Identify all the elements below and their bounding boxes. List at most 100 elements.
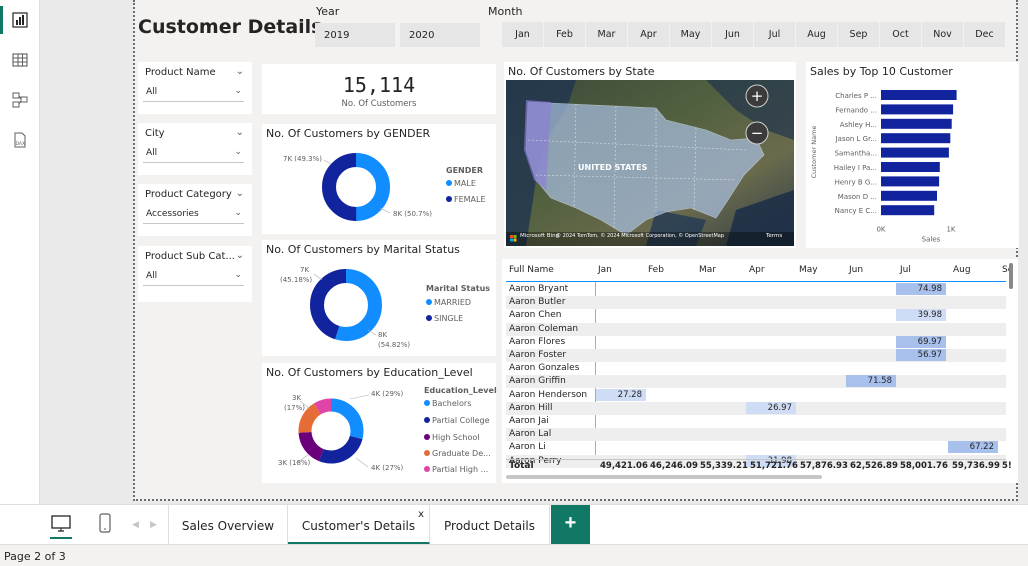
bar (881, 90, 957, 100)
map-terms-link[interactable]: Terms (766, 233, 782, 239)
column-header[interactable]: Jan (598, 265, 612, 275)
tab-product-details[interactable]: Product Details (430, 505, 550, 545)
legend-item-graduate-degree[interactable]: Graduate De... (424, 449, 491, 458)
add-page-button[interactable]: + (551, 505, 590, 545)
month-button-sep[interactable]: Sep (838, 22, 879, 47)
legend-item-bachelors[interactable]: Bachelors (424, 399, 471, 408)
row-header[interactable]: Aaron Chen (509, 310, 561, 320)
year-button-2020[interactable]: 2020 (400, 23, 480, 47)
product-category-dropdown[interactable]: Accessories ⌄ (143, 206, 244, 224)
row-header[interactable]: Aaron Henderson (509, 390, 587, 400)
legend-item-high-school[interactable]: High School (424, 433, 480, 442)
row-header[interactable]: Aaron Li (509, 442, 546, 452)
table-view-icon[interactable] (8, 48, 32, 72)
value-cell[interactable]: 27.28 (596, 388, 646, 401)
report-view-icon[interactable] (8, 8, 32, 32)
chevron-down-icon[interactable]: ⌄ (236, 66, 244, 77)
column-header[interactable]: Full Name (509, 265, 554, 275)
mobile-layout-icon[interactable] (98, 513, 112, 538)
month-button-nov[interactable]: Nov (922, 22, 963, 47)
model-view-icon[interactable] (8, 88, 32, 112)
value-cell[interactable]: 67.22 (948, 441, 998, 454)
legend-item-male[interactable]: MALE (446, 179, 476, 188)
desktop-layout-icon[interactable] (50, 515, 72, 539)
month-button-jan[interactable]: Jan (502, 22, 543, 47)
column-header[interactable]: Jun (849, 265, 863, 275)
product-subcategory-dropdown[interactable]: All ⌄ (143, 268, 244, 286)
row-header[interactable]: Aaron Bryant (509, 284, 568, 294)
value-cell[interactable]: 74.98 (896, 283, 946, 295)
row-header[interactable]: Aaron Jai (509, 416, 549, 426)
month-button-oct[interactable]: Oct (880, 22, 921, 47)
legend-label: High School (432, 433, 480, 442)
column-header[interactable]: Jul (900, 265, 911, 275)
row-band (506, 428, 1006, 442)
row-header[interactable]: Aaron Gonzales (509, 363, 579, 373)
month-button-aug[interactable]: Aug (796, 22, 837, 47)
chevron-down-icon[interactable]: ⌄ (236, 188, 244, 199)
row-header[interactable]: Aaron Lal (509, 429, 551, 439)
value-cell[interactable]: 69.97 (896, 335, 946, 348)
legend-item-female[interactable]: FEMALE (446, 195, 486, 204)
legend-item-partial-college[interactable]: Partial College (424, 416, 490, 425)
tab-customers-details[interactable]: Customer's Details x (288, 505, 430, 545)
tab-sales-overview[interactable]: Sales Overview (168, 505, 288, 545)
vertical-scrollbar[interactable] (1009, 263, 1013, 289)
close-tab-icon[interactable]: x (418, 509, 424, 520)
value-cell[interactable]: 39.98 (896, 309, 946, 322)
month-button-jun[interactable]: Jun (712, 22, 753, 47)
kpi-value: 15,114 (342, 73, 416, 97)
month-button-may[interactable]: May (670, 22, 711, 47)
legend-item-married[interactable]: MARRIED (426, 298, 471, 307)
map-area[interactable]: + − (506, 80, 794, 246)
year-button-2019[interactable]: 2019 (315, 23, 395, 47)
slicer-title: Product Category (145, 189, 232, 200)
month-button-feb[interactable]: Feb (544, 22, 585, 47)
month-button-mar[interactable]: Mar (586, 22, 627, 47)
product-name-dropdown[interactable]: All ⌄ (143, 84, 244, 102)
total-value: 58,001.76 (900, 461, 948, 471)
legend-dot (424, 434, 430, 440)
city-dropdown[interactable]: All ⌄ (143, 145, 244, 163)
month-button-apr[interactable]: Apr (628, 22, 669, 47)
dax-query-view-icon[interactable]: DAX (8, 128, 32, 152)
value-cell[interactable]: 56.97 (896, 349, 946, 361)
horizontal-scrollbar[interactable] (506, 475, 822, 479)
bar (881, 104, 954, 115)
chevron-down-icon[interactable]: ⌄ (236, 250, 244, 261)
value-cell[interactable]: 71.58 (846, 375, 896, 388)
column-header[interactable]: Mar (699, 265, 716, 275)
row-header[interactable]: Aaron Hill (509, 403, 553, 413)
total-value: 46,246.09 (650, 461, 698, 471)
slicer-title: Product Name (145, 67, 216, 78)
bar-chart-svg[interactable]: Customer Name Charles P ... Fernando ... As… (806, 62, 1019, 248)
legend-dot (424, 466, 430, 472)
legend-item-partial-high-school[interactable]: Partial High ... (424, 465, 488, 474)
chevron-down-icon[interactable]: ⌄ (236, 127, 244, 138)
legend-item-single[interactable]: SINGLE (426, 314, 463, 323)
column-header[interactable]: May (799, 265, 818, 275)
chevron-down-icon: ⌄ (234, 270, 242, 280)
data-label: (54.82%) (378, 341, 411, 349)
value-cell[interactable]: 26.97 (746, 401, 796, 414)
row-header[interactable]: Aaron Griffin (509, 376, 566, 386)
bar (881, 118, 952, 129)
product-name-slicer: Product Name ⌄ All ⌄ (138, 62, 252, 114)
total-value: 51,721.76 (750, 461, 798, 471)
column-header[interactable]: Feb (648, 265, 664, 275)
category-label: Fernando ... (836, 106, 878, 114)
data-label: 4K (29%) (371, 390, 404, 398)
zoom-out-icon: − (751, 124, 764, 142)
row-band (506, 296, 1006, 310)
row-header[interactable]: Aaron Foster (509, 350, 566, 360)
row-header[interactable]: Aaron Coleman (509, 324, 578, 334)
month-button-jul[interactable]: Jul (754, 22, 795, 47)
row-header[interactable]: Aaron Flores (509, 337, 565, 347)
column-header[interactable]: Aug (953, 265, 971, 275)
legend-title: GENDER (446, 166, 483, 175)
row-header[interactable]: Aaron Butler (509, 297, 565, 307)
scroll-left-icon[interactable]: ◀ (132, 519, 139, 530)
column-header[interactable]: Apr (749, 265, 765, 275)
month-button-dec[interactable]: Dec (964, 22, 1005, 47)
scroll-right-icon[interactable]: ▶ (150, 519, 157, 530)
